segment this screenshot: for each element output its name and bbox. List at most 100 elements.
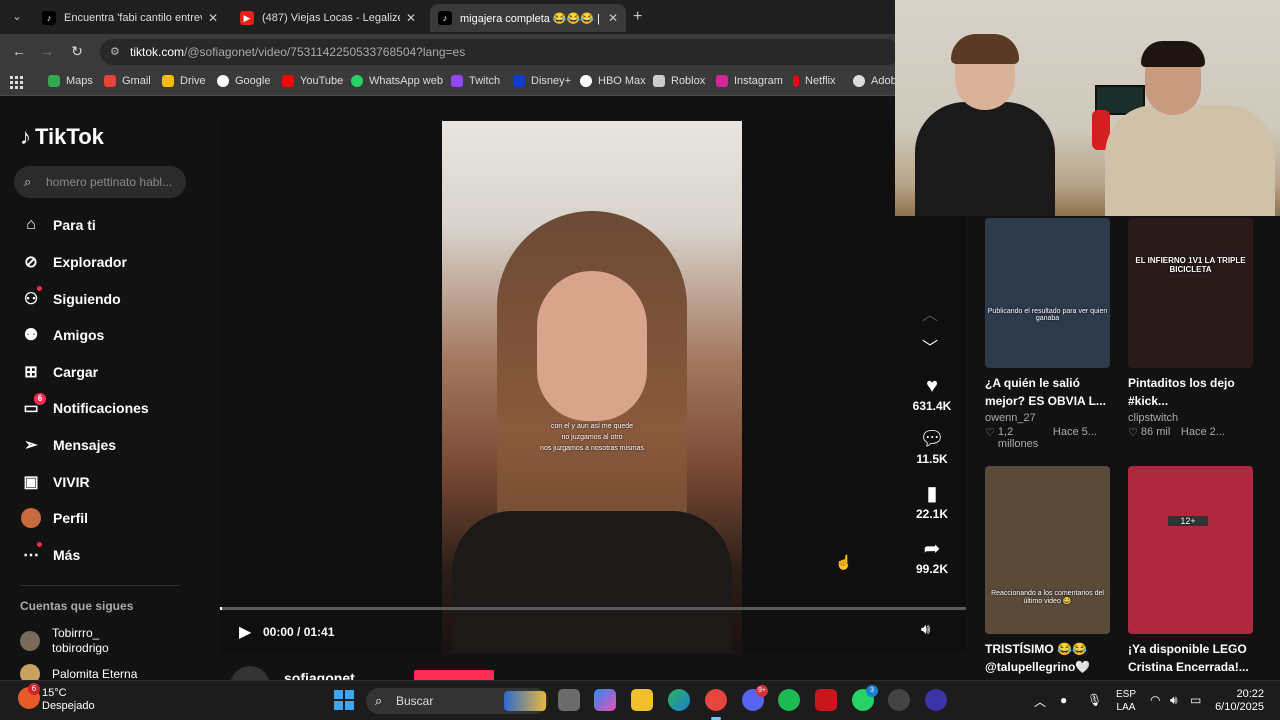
new-tab-button[interactable]: + — [633, 8, 642, 26]
lang-code: ESP — [1116, 689, 1137, 700]
video-player[interactable]: con el y aun así me quede no juzgamos al… — [220, 121, 966, 653]
nav-perfil[interactable]: Perfil — [20, 504, 88, 532]
windows-start-icon[interactable] — [334, 690, 354, 710]
bookmark-google[interactable]: Google — [217, 75, 270, 87]
nav-label: Para ti — [53, 217, 96, 233]
whatsapp-icon[interactable]: 3 — [852, 685, 878, 711]
back-arrow-icon[interactable]: ← — [10, 43, 28, 59]
tiktok-icon: ♪ — [42, 11, 56, 25]
streamer-left — [915, 34, 1055, 216]
bookmark-instagram[interactable]: Instagram — [716, 75, 783, 87]
related-video-card[interactable]: 12+ ¡Ya disponible LEGO Cristina Encerrad… — [1128, 466, 1253, 676]
battery-icon[interactable]: ▭ — [1190, 693, 1201, 707]
nav-explorador[interactable]: ⊘ Explorador — [20, 248, 127, 276]
nav-vivir[interactable]: ▣ VIVIR — [20, 468, 89, 496]
bookmark-twitch[interactable]: Twitch — [451, 75, 500, 87]
tray-app-icon[interactable]: ● — [1060, 693, 1067, 707]
wifi-icon[interactable]: ◠ — [1150, 693, 1160, 707]
video-thumbnail[interactable]: Publicando el resultado para ver quien g… — [985, 218, 1110, 368]
bookmark-drive[interactable]: Drive — [162, 75, 206, 87]
bookmark-netflix[interactable]: Netflix — [793, 75, 836, 87]
chevron-up-icon[interactable]: ︿ — [1034, 693, 1046, 710]
share-button[interactable]: ➦ 99.2K — [905, 536, 959, 576]
close-icon[interactable]: ✕ — [608, 11, 618, 25]
video-progress-bar[interactable] — [220, 607, 966, 610]
app-icon[interactable] — [925, 689, 947, 711]
steam-icon[interactable] — [888, 689, 910, 711]
edge-icon[interactable] — [668, 689, 690, 711]
chevron-down-icon[interactable]: ﹀ — [922, 334, 938, 358]
volume-icon[interactable]: 🔊︎ — [921, 621, 930, 638]
spotify-icon[interactable] — [778, 689, 800, 711]
reload-icon[interactable]: ↻ — [68, 43, 86, 60]
bookmark-youtube[interactable]: YouTube — [282, 75, 343, 87]
nav-mensajes[interactable]: ➢ Mensajes — [20, 431, 116, 459]
chevron-up-icon[interactable]: ︿ — [922, 301, 938, 325]
bookmark-hbo[interactable]: HBO Max — [580, 75, 646, 87]
language-indicator[interactable]: ESP LAA — [1116, 688, 1136, 714]
bookmark-gmail[interactable]: Gmail — [104, 75, 151, 87]
taskbar-clock[interactable]: 20:22 6/10/2025 — [1214, 688, 1264, 714]
close-icon[interactable]: ✕ — [406, 11, 416, 25]
close-icon[interactable]: ✕ — [208, 11, 218, 25]
chrome-icon[interactable] — [705, 689, 727, 720]
video-frame[interactable]: con el y aun así me quede no juzgamos al… — [442, 121, 742, 653]
bookmark-label: Instagram — [734, 75, 783, 87]
related-video-card[interactable]: Publicando el resultado para ver quien g… — [985, 218, 1110, 450]
subtitle-line: con el y aun así me quede — [550, 423, 634, 430]
tiktok-logo[interactable]: ♪ TikTok — [20, 124, 104, 150]
youtube-icon — [282, 75, 294, 87]
play-icon[interactable]: ▶ — [239, 622, 251, 642]
search-placeholder: homero pettinato habl... — [46, 175, 173, 189]
bookmark-label: WhatsApp web — [369, 75, 443, 87]
video-thumbnail[interactable]: Reaccionando a los comentarios del últim… — [985, 466, 1110, 634]
nav-amigos[interactable]: ⚉ Amigos — [20, 321, 105, 349]
following-account[interactable]: Tobirrro_ tobirodrigo — [20, 626, 109, 656]
save-button[interactable]: ▮ 22.1K — [905, 481, 959, 521]
site-info-icon[interactable]: ⚙ — [110, 39, 120, 65]
browser-tab-1[interactable]: ♪ Encuentra 'fabi cantilo entrevist ✕ — [34, 4, 226, 32]
tab-search-icon[interactable]: ⌄ — [8, 8, 26, 26]
bookmark-whatsapp[interactable]: WhatsApp web — [351, 75, 443, 87]
browser-tab-2[interactable]: ▶ (487) Viejas Locas - Legalizenla ✕ — [232, 4, 424, 32]
discord-icon[interactable]: 9+ — [742, 685, 768, 711]
bookmark-roblox[interactable]: Roblox — [653, 75, 705, 87]
url-field[interactable]: ⚙ tiktok.com/@sofiagonet/video/753114225… — [100, 39, 900, 65]
related-video-card[interactable]: EL INFIERNO 1V1 LA TRIPLE BICICLETA Pint… — [1128, 218, 1253, 439]
video-thumbnail[interactable]: EL INFIERNO 1V1 LA TRIPLE BICICLETA — [1128, 218, 1253, 368]
video-thumbnail[interactable]: 12+ — [1128, 466, 1253, 634]
weather-widget[interactable]: 6 15°C Despejado — [18, 683, 95, 712]
task-view-icon[interactable] — [558, 689, 580, 711]
bookmark-label: Disney+ — [531, 75, 572, 87]
nav-para-ti[interactable]: ⌂ Para ti — [20, 211, 96, 239]
apps-grid-icon[interactable] — [10, 76, 23, 89]
globe-icon — [853, 75, 865, 87]
comment-icon: 💬︎ — [919, 428, 945, 450]
acrobat-icon[interactable] — [815, 689, 837, 711]
bookmark-label: Twitch — [469, 75, 501, 87]
search-input[interactable]: ⌕ homero pettinato habl... — [14, 166, 186, 198]
thumbnail-text: Publicando el resultado para ver quien g… — [987, 308, 1108, 322]
nav-notificaciones[interactable]: ▭ 6 Notificaciones — [20, 393, 149, 422]
video-caption: #kick... — [1128, 394, 1169, 408]
thumbnail-text: 12+ — [1168, 516, 1208, 526]
account-name: Palomita Eterna — [52, 666, 138, 681]
related-video-card[interactable]: Reaccionando a los comentarios del últim… — [985, 466, 1110, 676]
microphone-icon[interactable]: 🎙︎ — [1087, 693, 1102, 707]
taskbar-search[interactable]: ⌕ Buscar — [366, 688, 548, 714]
comment-button[interactable]: 💬︎ 11.5K — [905, 426, 959, 466]
bing-highlight-icon — [504, 691, 546, 711]
bookmark-maps[interactable]: Maps — [48, 75, 93, 87]
like-button[interactable]: ♥ 631.4K — [905, 373, 959, 413]
browser-tab-3-active[interactable]: ♪ migajera completa 😂😂😂 | Ti ✕ — [430, 4, 626, 32]
bookmark-disney[interactable]: Disney+ — [513, 75, 571, 87]
bookmark-adobe[interactable]: Adob — [853, 75, 897, 87]
forward-arrow-icon[interactable]: → — [38, 43, 56, 59]
copilot-icon[interactable] — [594, 689, 616, 711]
speaker-icon[interactable]: 🔊︎ — [1170, 693, 1178, 708]
notification-dot — [37, 542, 42, 547]
nav-cargar[interactable]: ⊞ Cargar — [20, 358, 98, 386]
nav-siguiendo[interactable]: ⚇ Siguiendo — [20, 285, 121, 313]
file-explorer-icon[interactable] — [631, 689, 653, 711]
nav-mas[interactable]: ⋯ Más — [20, 541, 80, 569]
